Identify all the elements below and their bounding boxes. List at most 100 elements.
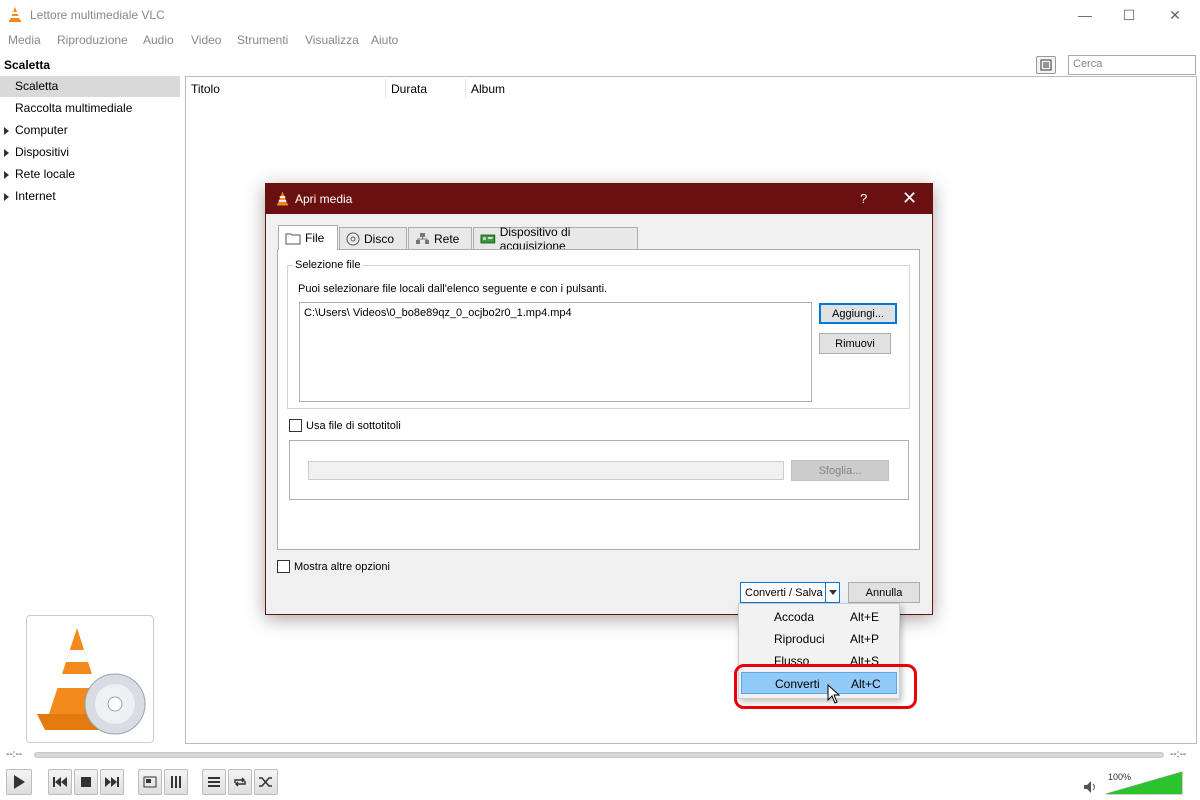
dropdown-arrow-icon[interactable] [825, 583, 839, 602]
add-button[interactable]: Aggiungi... [819, 303, 897, 324]
remaining-time: --:-- [1170, 749, 1187, 760]
sidebar-heading: Scaletta [4, 58, 51, 72]
sidebar-item-label: Rete locale [15, 167, 76, 181]
list-item[interactable]: C:\Users\ Videos\0_bo8e89qz_0_ocjbo2r0_1… [304, 307, 572, 319]
menu-item-label: Riproduci [774, 632, 825, 646]
playlist-toggle-button[interactable] [202, 769, 226, 795]
sidebar-item-label: Raccolta multimediale [15, 101, 133, 115]
sidebar-item-internet[interactable]: Internet [0, 186, 180, 207]
vlc-cone-disc-icon [37, 628, 146, 735]
annotation-highlight [734, 664, 917, 709]
minimize-button[interactable]: — [1062, 0, 1108, 30]
seek-row: --:-- --:-- [0, 746, 1200, 764]
next-icon [105, 777, 119, 787]
cancel-button[interactable]: Annulla [848, 582, 920, 603]
convert-save-button[interactable]: Converti / Salva [740, 582, 840, 603]
expand-arrow-icon[interactable] [4, 193, 9, 201]
tab-rete[interactable]: Rete [408, 227, 472, 249]
menu-visualizza[interactable]: Visualizza [305, 33, 359, 47]
subtitles-checkbox-label: Usa file di sottotitoli [306, 420, 401, 432]
extended-settings-button[interactable] [164, 769, 188, 795]
search-input[interactable]: Cerca [1068, 55, 1196, 75]
column-header-album[interactable]: Album [471, 82, 505, 96]
volume-slider[interactable] [1104, 770, 1184, 796]
expand-arrow-icon[interactable] [4, 171, 9, 179]
fullscreen-icon [143, 776, 157, 788]
list-view-icon [1040, 59, 1052, 71]
menu-item-shortcut: Alt+P [850, 632, 880, 646]
sidebar-item-dispositivi[interactable]: Dispositivi [0, 142, 180, 163]
network-icon [416, 233, 429, 244]
sidebar-item-computer[interactable]: Computer [0, 120, 180, 141]
menu-riproduzione[interactable]: Riproduzione [57, 33, 128, 47]
tab-dispositivo[interactable]: Dispositivo di acquisizione [473, 225, 638, 253]
more-options-label: Mostra altre opzioni [294, 561, 390, 573]
play-button[interactable] [6, 769, 32, 795]
tab-label: Rete [434, 231, 460, 246]
menu-aiuto[interactable]: Aiuto [371, 33, 398, 47]
tab-label: File [305, 231, 325, 245]
expand-arrow-icon[interactable] [4, 127, 9, 135]
shuffle-icon [259, 777, 272, 787]
menu-audio[interactable]: Audio [143, 33, 174, 47]
capture-card-icon [480, 234, 496, 243]
file-list[interactable]: C:\Users\ Videos\0_bo8e89qz_0_ocjbo2r0_1… [299, 302, 812, 402]
file-selection-description: Puoi selezionare file locali dall'elenco… [298, 283, 608, 295]
sidebar-item-rete-locale[interactable]: Rete locale [0, 164, 180, 185]
sidebar-item-label: Computer [15, 123, 68, 137]
sidebar-item-raccolta[interactable]: Raccolta multimediale [0, 98, 180, 119]
seek-slider[interactable] [34, 752, 1164, 758]
shuffle-button[interactable] [254, 769, 278, 795]
menu-item-accoda[interactable]: Accoda Alt+E [741, 606, 897, 628]
column-header-titolo[interactable]: Titolo [191, 82, 220, 96]
title-bar: Lettore multimediale VLC — ☐ ✕ [0, 0, 1200, 30]
browse-button[interactable]: Sfoglia... [791, 460, 889, 481]
disc-icon [346, 232, 360, 245]
sidebar-item-label: Scaletta [15, 79, 59, 93]
column-header-durata[interactable]: Durata [391, 82, 427, 96]
sidebar: Scaletta Scaletta Raccolta multimediale … [0, 52, 185, 744]
maximize-button[interactable]: ☐ [1106, 0, 1152, 30]
column-separator [385, 79, 386, 99]
next-button[interactable] [100, 769, 124, 795]
group-title: Selezione file [293, 259, 363, 271]
vlc-cone-icon [276, 191, 289, 206]
help-button[interactable]: ? [860, 191, 867, 206]
sidebar-item-scaletta[interactable]: Scaletta [0, 76, 180, 97]
play-icon [14, 775, 25, 789]
tab-label: Disco [364, 231, 395, 246]
remove-button[interactable]: Rimuovi [819, 333, 891, 354]
tab-disco[interactable]: Disco [339, 227, 407, 249]
more-options-checkbox[interactable] [277, 560, 290, 573]
dialog-title-bar: Apri media ? ✕ [266, 184, 932, 214]
speaker-icon[interactable] [1083, 780, 1099, 794]
sidebar-item-label: Internet [15, 189, 56, 203]
expand-arrow-icon[interactable] [4, 149, 9, 157]
dialog-close-button[interactable]: ✕ [902, 188, 917, 209]
playlist-view-button[interactable] [1036, 56, 1056, 74]
tab-file[interactable]: File [278, 225, 338, 250]
menu-video[interactable]: Video [191, 33, 221, 47]
menu-strumenti[interactable]: Strumenti [237, 33, 288, 47]
folder-icon [285, 233, 301, 244]
previous-button[interactable] [48, 769, 72, 795]
menu-media[interactable]: Media [8, 33, 41, 47]
vlc-cone-icon [9, 7, 21, 22]
fullscreen-button[interactable] [138, 769, 162, 795]
equalizer-icon [171, 776, 181, 788]
stop-icon [81, 777, 91, 787]
stop-button[interactable] [74, 769, 98, 795]
subtitles-checkbox[interactable] [289, 419, 302, 432]
loop-button[interactable] [228, 769, 252, 795]
sidebar-item-label: Dispositivi [15, 145, 70, 159]
close-window-button[interactable]: ✕ [1152, 0, 1198, 30]
window-title: Lettore multimediale VLC [30, 8, 165, 22]
menu-item-riproduci[interactable]: Riproduci Alt+P [741, 628, 897, 650]
album-art [26, 615, 154, 743]
elapsed-time: --:-- [6, 749, 23, 760]
convert-save-label: Converti / Salva [745, 586, 823, 599]
file-tab-panel: Selezione file Puoi selezionare file loc… [277, 249, 920, 550]
loop-icon [234, 777, 246, 787]
menu-bar: Media Riproduzione Audio Video Strumenti… [0, 30, 1200, 50]
subtitle-file-field[interactable] [308, 461, 784, 480]
